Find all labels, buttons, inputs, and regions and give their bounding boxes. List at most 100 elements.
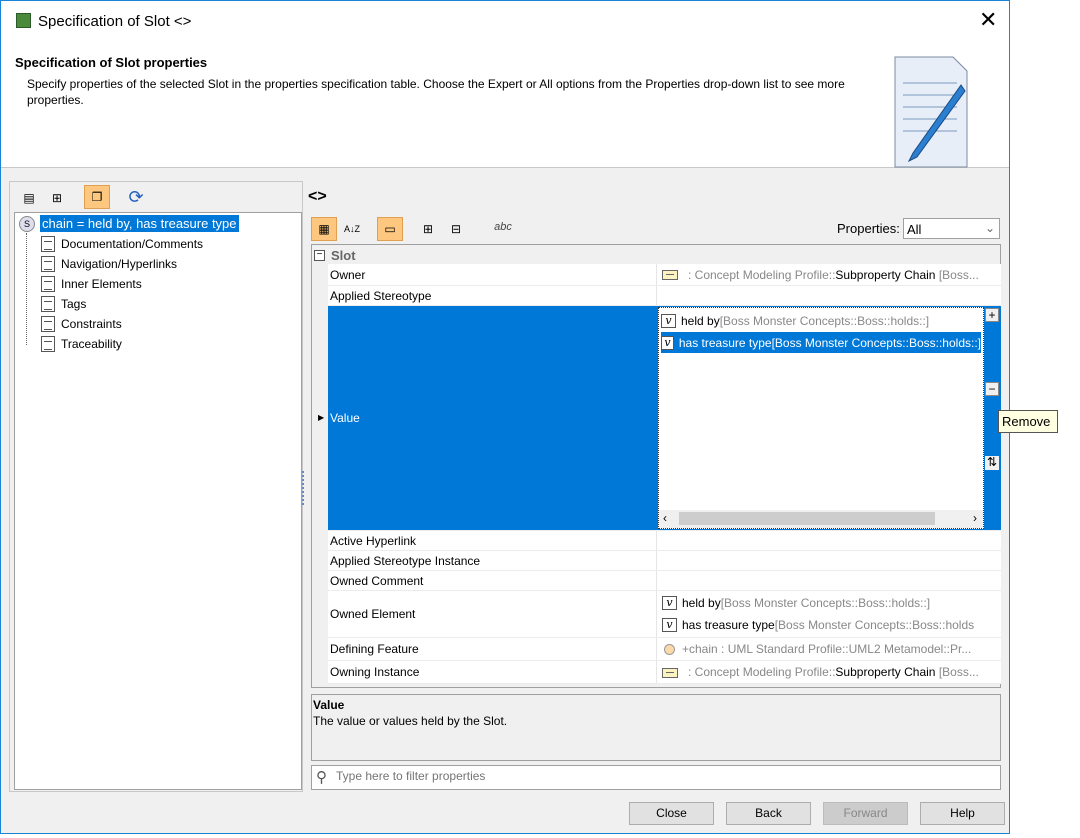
help-button[interactable]: Help (920, 802, 1005, 825)
row-applied-stereotype-instance[interactable]: Applied Stereotype Instance (328, 551, 1001, 571)
tree-item-constraints[interactable]: Constraints (41, 314, 122, 334)
tree-item-label: Navigation/Hyperlinks (61, 257, 178, 271)
tree-root[interactable]: S chain = held by, has treasure type (19, 215, 239, 232)
header: Specification of Slot properties Specify… (1, 41, 1009, 168)
row-defining-feature[interactable]: Defining Feature +chain : UML Standard Pr… (328, 638, 1001, 661)
filter-field[interactable]: ⚲ (311, 765, 1001, 790)
row-value[interactable]: ▶ Value v held by [Boss Monster Concepts:… (318, 306, 1001, 531)
document-icon (41, 256, 55, 272)
search-icon: ⚲ (316, 769, 327, 786)
specification-dialog: Specification of Slot <> ✕ Specification… (0, 0, 1058, 834)
row-owned-comment[interactable]: Owned Comment (328, 571, 1001, 591)
class-icon (662, 667, 678, 678)
property-value: +chain : UML Standard Profile::UML2 Meta… (658, 638, 1001, 660)
header-title: Specification of Slot properties (15, 55, 208, 70)
table-view-icon[interactable]: ▤ (16, 186, 42, 210)
group-label: Slot (331, 248, 356, 263)
document-icon (41, 336, 55, 352)
header-description: Specify properties of the selected Slot … (27, 77, 845, 107)
categorized-view-icon[interactable]: ▦ (311, 217, 337, 241)
tree-guide-line (26, 233, 27, 345)
left-panel: ▤ ⊞ ❐ ⟳ S chain = held by, has treasure … (9, 181, 303, 792)
property-value: : Concept Modeling Profile::Subproperty … (658, 661, 1001, 683)
property-value: : Concept Modeling Profile::Subproperty … (658, 264, 1001, 285)
row-pointer-icon: ▶ (318, 413, 325, 422)
collapse-all-icon[interactable]: ⊟ (443, 217, 469, 241)
properties-table: − Slot Owner: Concept Modeling Profile::… (311, 244, 1001, 688)
sort-alphabetical-icon[interactable]: A↓Z (339, 217, 365, 241)
row-applied-stereotype[interactable]: Applied Stereotype (328, 286, 1001, 306)
tree-item-label: Tags (61, 297, 87, 311)
instance-value-icon: v (661, 335, 674, 350)
property-name: Defining Feature (328, 638, 657, 660)
splitter-handle[interactable] (302, 471, 305, 505)
tree-item-documentation[interactable]: Documentation/Comments (41, 234, 203, 254)
description-title: Value (313, 698, 345, 712)
description-panel: Value The value or values held by the Sl… (311, 694, 1001, 761)
class-icon (662, 270, 678, 281)
property-name: Active Hyperlink (328, 531, 657, 550)
document-icon (41, 236, 55, 252)
value-item-selected[interactable]: v has treasure type [Boss Monster Concept… (661, 332, 981, 353)
slot-icon: S (19, 215, 35, 232)
row-active-hyperlink[interactable]: Active Hyperlink (328, 531, 1001, 551)
property-name: Owned Comment (328, 571, 657, 590)
reorder-value-button[interactable]: ⇅ (985, 456, 999, 470)
window-title: Specification of Slot <> (38, 13, 192, 30)
row-owner[interactable]: Owner: Concept Modeling Profile::Subprop… (328, 264, 1001, 286)
remove-tooltip: Remove (998, 410, 1058, 433)
title-bar: Specification of Slot <> ✕ (1, 1, 1009, 41)
document-icon (41, 296, 55, 312)
row-owned-element[interactable]: Owned Element v held by [Boss Monster Conc… (328, 591, 1001, 638)
property-name: Applied Stereotype (328, 286, 657, 305)
group-slot[interactable]: − Slot (314, 246, 356, 265)
document-icon (41, 316, 55, 332)
chevron-down-icon: ⌄ (984, 221, 995, 235)
properties-value: All (907, 222, 922, 237)
refresh-icon[interactable]: ⟳ (123, 185, 149, 209)
close-icon[interactable]: ✕ (979, 7, 997, 33)
close-button[interactable]: Close (629, 802, 714, 825)
property-icon (664, 643, 675, 655)
filter-input[interactable] (336, 769, 976, 783)
properties-label: Properties: (837, 221, 900, 236)
row-owning-instance[interactable]: Owning Instance: Concept Modeling Profil… (328, 661, 1001, 684)
instance-value-icon: v (661, 313, 676, 328)
remove-value-button[interactable]: − (985, 382, 999, 396)
instance-value-icon: v (662, 618, 677, 632)
app-icon (16, 13, 31, 28)
navigation-tree: S chain = held by, has treasure type Doc… (14, 212, 302, 790)
properties-dropdown[interactable]: All ⌄ (903, 218, 1000, 239)
value-item[interactable]: v held by [Boss Monster Concepts::Boss::h… (661, 310, 981, 331)
description-text: The value or values held by the Slot. (313, 714, 508, 728)
show-inherited-icon[interactable]: ❐ (84, 185, 110, 209)
tree-root-label: chain = held by, has treasure type (40, 215, 239, 232)
tree-item-label: Constraints (61, 317, 122, 331)
expand-all-icon[interactable]: ⊞ (415, 217, 441, 241)
property-name: Value (330, 411, 360, 425)
instance-value-icon: v (662, 596, 677, 610)
document-pencil-icon (894, 56, 968, 168)
forward-button[interactable]: Forward (823, 802, 908, 825)
collapse-icon[interactable]: − (314, 250, 325, 261)
tree-item-label: Traceability (61, 337, 122, 351)
tree-item-navigation[interactable]: Navigation/Hyperlinks (41, 254, 177, 274)
property-name: Applied Stereotype Instance (328, 551, 657, 570)
tree-item-label: Documentation/Comments (61, 237, 204, 251)
value-list-editor[interactable]: v held by [Boss Monster Concepts::Boss::h… (658, 307, 999, 529)
tree-item-inner-elements[interactable]: Inner Elements (41, 274, 142, 294)
horizontal-scrollbar[interactable]: ‹ › (659, 510, 983, 528)
element-name: <> (308, 188, 327, 205)
abc-display-icon[interactable]: abc (490, 215, 516, 239)
tree-view-icon[interactable]: ⊞ (44, 186, 70, 210)
show-description-icon[interactable]: ▭ (377, 217, 403, 241)
tree-item-tags[interactable]: Tags (41, 294, 86, 314)
document-icon (41, 276, 55, 292)
property-value: v held by [Boss Monster Concepts::Boss::h… (658, 591, 1001, 637)
property-name: Owning Instance (328, 661, 657, 683)
property-name: Owned Element (328, 591, 657, 637)
tree-item-label: Inner Elements (61, 277, 142, 291)
back-button[interactable]: Back (726, 802, 811, 825)
add-value-button[interactable]: + (985, 308, 999, 322)
tree-item-traceability[interactable]: Traceability (41, 334, 122, 354)
